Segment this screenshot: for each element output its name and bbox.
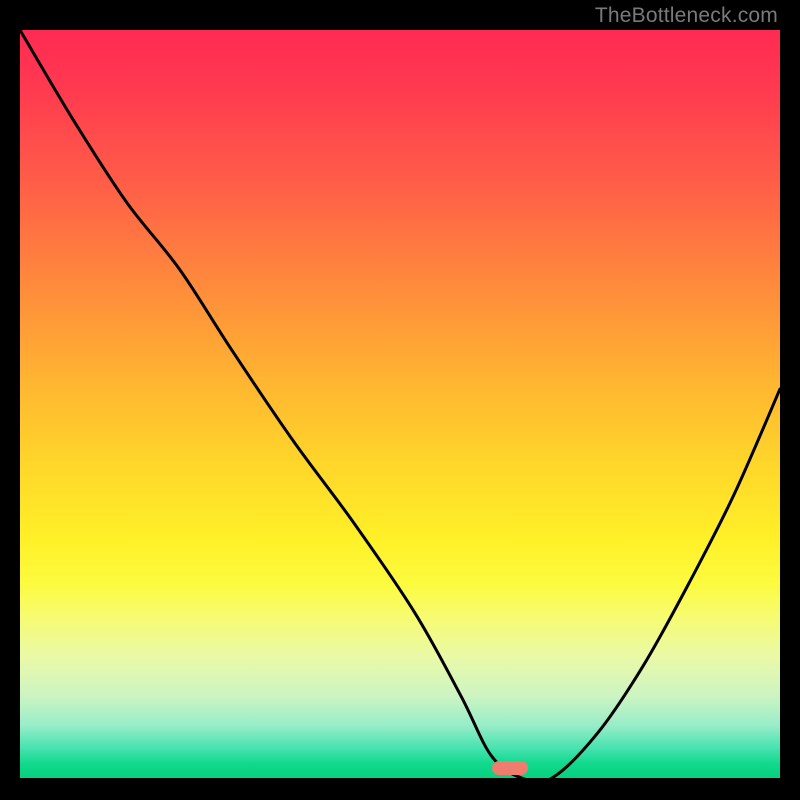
optimal-marker <box>492 761 528 775</box>
chart-frame: TheBottleneck.com <box>0 0 800 800</box>
watermark-label: TheBottleneck.com <box>595 4 778 28</box>
bottleneck-curve <box>20 30 780 778</box>
plot-area <box>20 30 780 778</box>
